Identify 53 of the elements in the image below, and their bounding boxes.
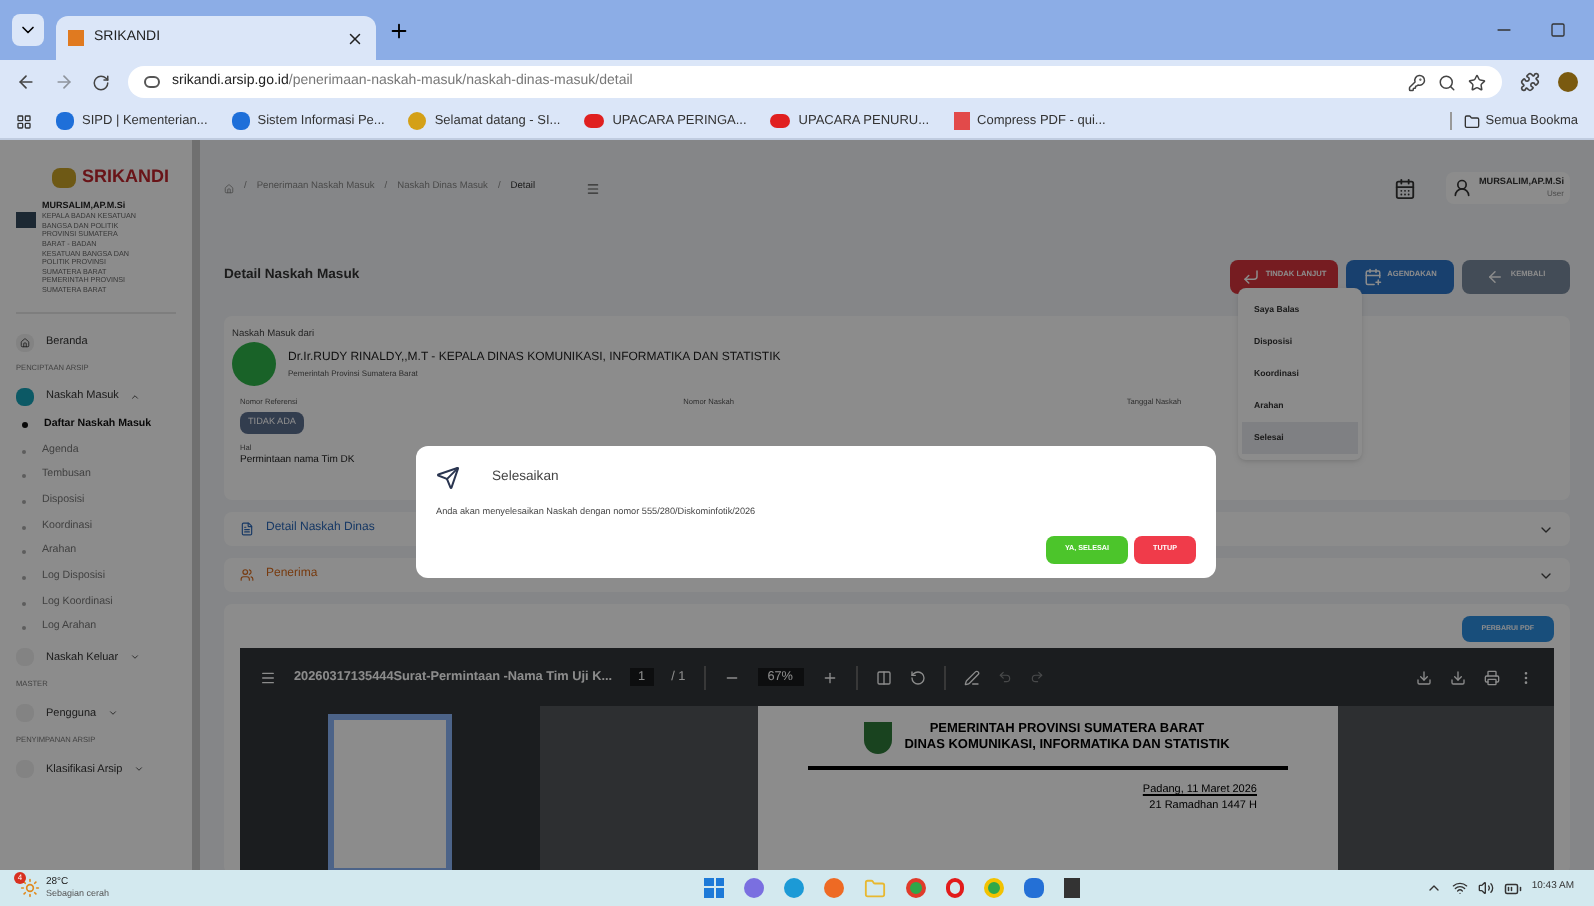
expand-icon (108, 708, 119, 719)
zoom-in-icon[interactable] (821, 669, 837, 685)
speaker-icon[interactable] (1477, 880, 1494, 896)
menu-icon[interactable] (260, 669, 276, 685)
calendar-icon (1363, 267, 1382, 285)
page-thumbnail[interactable] (328, 714, 452, 870)
app-logo: SRIKANDI (82, 164, 170, 190)
folder-icon (1463, 113, 1480, 129)
browser-icon[interactable] (906, 877, 927, 897)
menu-icon[interactable] (585, 181, 600, 195)
home-icon (20, 338, 30, 349)
calendar-icon[interactable] (1394, 177, 1417, 199)
play-icon (584, 114, 605, 128)
weather-icon (20, 878, 40, 898)
back-icon[interactable] (16, 72, 36, 92)
close-icon[interactable] (346, 29, 364, 47)
play-icon (770, 114, 791, 128)
tray-expand-icon[interactable] (1425, 880, 1442, 896)
wifi-icon[interactable] (1451, 880, 1468, 896)
rotate-icon[interactable] (909, 669, 925, 685)
sender-avatar (232, 342, 276, 387)
user-icon (1452, 177, 1473, 198)
bookmark-icon (56, 112, 74, 130)
extensions-icon[interactable] (1520, 72, 1540, 92)
maximize-icon[interactable] (1550, 22, 1566, 38)
back-arrow-icon (1486, 267, 1505, 285)
fit-page-icon[interactable] (875, 669, 891, 685)
annotate-icon[interactable] (963, 669, 979, 685)
expand-icon (134, 764, 145, 775)
print-icon[interactable] (1484, 669, 1500, 685)
app-icon[interactable] (1064, 877, 1081, 897)
site-favicon (68, 30, 84, 46)
collapse-icon (130, 392, 141, 403)
document-icon (240, 522, 254, 536)
download-icon[interactable] (1450, 669, 1466, 685)
apps-icon[interactable] (16, 113, 32, 129)
key-icon[interactable] (1408, 73, 1426, 91)
reply-arrow-icon (1241, 267, 1260, 285)
site-settings-icon (144, 76, 160, 88)
bookmark-star-icon[interactable] (1468, 73, 1486, 91)
start-icon[interactable] (704, 877, 725, 897)
tab-list-button[interactable] (12, 14, 44, 46)
paper-plane-icon (436, 466, 460, 490)
bookmark-icon (231, 112, 250, 130)
document-icon (953, 112, 970, 130)
battery-icon[interactable] (1503, 879, 1522, 897)
people-icon (240, 568, 254, 582)
expand-icon (130, 652, 141, 663)
browser-icon[interactable] (946, 877, 965, 897)
new-tab-icon[interactable] (388, 19, 410, 41)
reload-icon[interactable] (92, 73, 110, 91)
profile-icon[interactable] (1558, 72, 1578, 92)
zoom-icon[interactable] (1438, 73, 1456, 91)
